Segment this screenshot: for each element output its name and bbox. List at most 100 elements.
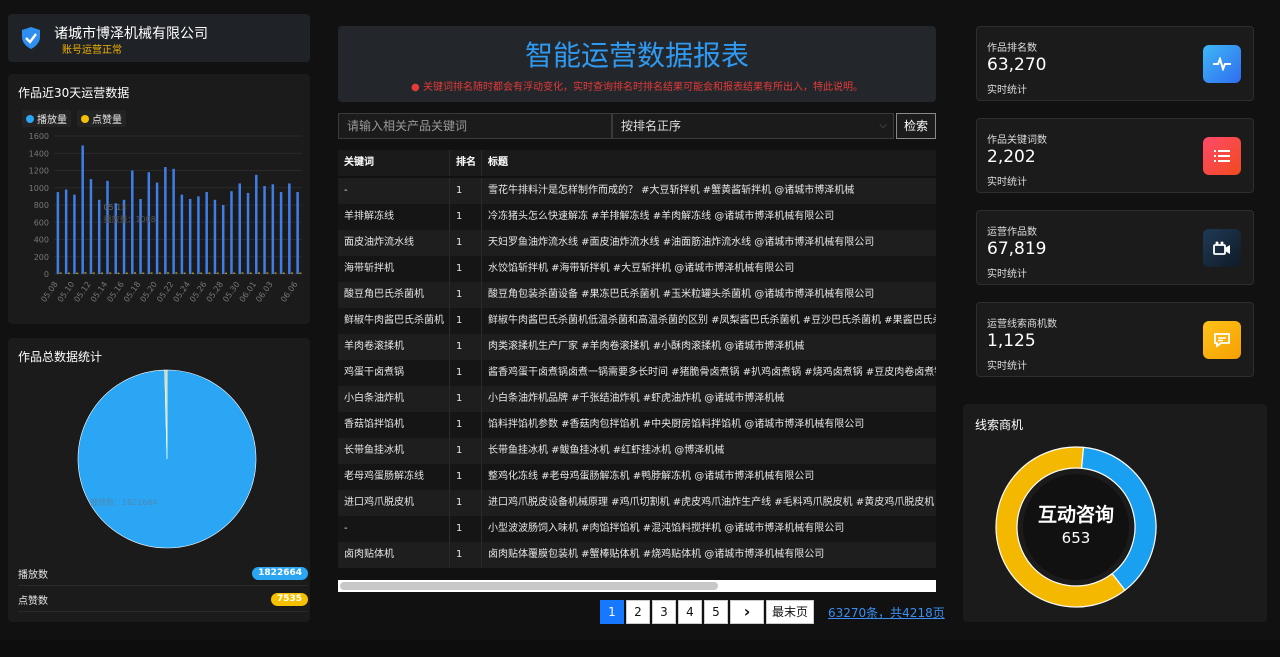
rank-cell: 1: [450, 412, 482, 438]
bar-plays[interactable]: [221, 205, 225, 274]
bar-plays[interactable]: [155, 182, 159, 274]
bar-likes[interactable]: [125, 272, 128, 274]
legend-plays[interactable]: 播放量: [22, 110, 71, 127]
bar-likes[interactable]: [84, 272, 87, 274]
kpi-value: 67,819: [987, 239, 1047, 259]
bar-likes[interactable]: [216, 272, 219, 274]
rank-cell: 排名: [450, 150, 482, 176]
next-page-button[interactable]: ›: [730, 600, 764, 624]
kpi-ranking-count: 作品排名数 63,270 实时统计: [976, 26, 1254, 101]
search-button[interactable]: 检索: [896, 113, 936, 139]
bar-plays[interactable]: [263, 186, 266, 274]
bar-plays[interactable]: [238, 183, 242, 274]
rank-cell: 1: [450, 334, 482, 360]
bar-likes[interactable]: [183, 272, 186, 274]
rank-cell: 1: [450, 204, 482, 230]
table-row[interactable]: 鸡蛋干卤煮锅 1 酱香鸡蛋干卤煮锅卤煮一锅需要多长时间 #猪脆骨卤煮锅 #扒鸡卤煮锅…: [338, 360, 936, 386]
table-row[interactable]: 酸豆角巴氏杀菌机 1 酸豆角包装杀菌设备 #果冻巴氏杀菌机 #玉米粒罐头杀菌机 @诸…: [338, 282, 936, 308]
bar-likes[interactable]: [191, 272, 194, 274]
bar-likes[interactable]: [117, 272, 120, 274]
scrollbar-thumb[interactable]: [340, 582, 718, 590]
table-row[interactable]: 海带斩拌机 1 水饺馅斩拌机 #海带斩拌机 #大豆斩拌机 @诸城市博泽机械有限公司: [338, 256, 936, 282]
bar-plays[interactable]: [73, 194, 76, 274]
table-row[interactable]: -1 小型波波肠饲入味机 #肉馅拌馅机 #混沌馅料搅拌机 @诸城市博泽机械有限公司: [338, 516, 936, 542]
table-row[interactable]: 老母鸡蛋肠解冻线 1 整鸡化冻线 #老母鸡蛋肠解冻机 #鸭脖解冻机 @诸城市博泽机械…: [338, 464, 936, 490]
bar-likes[interactable]: [224, 272, 227, 274]
bar-plays[interactable]: [213, 199, 217, 274]
bar-likes[interactable]: [266, 272, 269, 274]
page-5-button[interactable]: 5: [704, 600, 728, 624]
bar-plays[interactable]: [296, 192, 299, 274]
bar-likes[interactable]: [282, 272, 285, 274]
bar-likes[interactable]: [291, 272, 294, 274]
bar-likes[interactable]: [200, 272, 203, 274]
bar-likes[interactable]: [258, 272, 261, 274]
table-row[interactable]: 香菇馅拌馅机 1 馅料拌馅机参数 #香菇肉包拌馅机 #中央厨房馅料拌馅机 @诸城市博…: [338, 412, 936, 438]
table-row[interactable]: 羊排解冻线 1 冷冻猪头怎么快速解冻 #羊排解冻线 #羊肉解冻线 @诸城市博泽机械有…: [338, 204, 936, 230]
bar-likes[interactable]: [241, 272, 244, 274]
last-page-button[interactable]: 最末页: [766, 600, 814, 624]
page-4-button[interactable]: 4: [678, 600, 702, 624]
page-1-button[interactable]: 1: [600, 600, 624, 624]
y-tick-label: 800: [34, 201, 49, 210]
donut-center: [1023, 474, 1129, 580]
bar-plays[interactable]: [288, 183, 291, 274]
bar-plays[interactable]: [230, 191, 233, 274]
bar-likes[interactable]: [142, 272, 145, 274]
bar-likes[interactable]: [167, 272, 170, 274]
bar-likes[interactable]: [100, 272, 103, 274]
bar-likes[interactable]: [175, 272, 178, 274]
table-row[interactable]: 长带鱼挂冰机 1 长带鱼挂冰机 #鲅鱼挂冰机 #红虾挂冰机 @博泽机械: [338, 438, 936, 464]
page-3-button[interactable]: 3: [652, 600, 676, 624]
bar-likes[interactable]: [249, 272, 252, 274]
tooltip-value: 播放量：1008: [103, 214, 155, 224]
chat-icon: [1203, 321, 1241, 359]
page-2-button[interactable]: 2: [626, 600, 650, 624]
table-row[interactable]: -1 雪花牛排料汁是怎样制作而成的？ #大豆斩拌机 #蟹黄酱斩拌机 @诸城市博泽机…: [338, 178, 936, 204]
table-row[interactable]: 进口鸡爪脱皮机 1 进口鸡爪脱皮设备机械原理 #鸡爪切割机 #虎皮鸡爪油炸生产线 #…: [338, 490, 936, 516]
bar-plays[interactable]: [64, 189, 68, 274]
bar-likes[interactable]: [158, 272, 161, 274]
bar-plays[interactable]: [197, 196, 200, 274]
table-row[interactable]: 面皮油炸流水线 1 天妇罗鱼油炸流水线 #面皮油炸流水线 #油面筋油炸流水线 @诸城…: [338, 230, 936, 256]
table-row[interactable]: 卤肉贴体机 1 卤肉贴体覆膜包装机 #蟹棒贴体机 #烧鸡贴体机 @诸城市博泽机械有限…: [338, 542, 936, 568]
keyword-search-input[interactable]: 请输入相关产品关键词: [338, 113, 612, 139]
title-cell: 天妇罗鱼油炸流水线 #面皮油炸流水线 #油面筋油炸流水线 @诸城市博泽机械有限公…: [488, 237, 875, 248]
title-cell: 酸豆角包装杀菌设备 #果冻巴氏杀菌机 #玉米粒罐头杀菌机 @诸城市博泽机械有限公…: [488, 289, 875, 300]
bar-plays[interactable]: [246, 192, 250, 274]
bar-likes[interactable]: [208, 272, 211, 274]
legend-likes[interactable]: 点赞量: [77, 110, 126, 127]
table-horizontal-scrollbar[interactable]: [338, 580, 936, 592]
sort-select[interactable]: 按排名正序 ⌵: [612, 113, 894, 139]
bar-likes[interactable]: [134, 272, 137, 274]
rank-cell: 1: [450, 490, 482, 516]
bar-likes[interactable]: [92, 272, 95, 274]
table-row[interactable]: 羊肉卷滚揉机 1 肉类滚揉机生产厂家 #羊肉卷滚揉机 #小酥肉滚揉机 @诸城市博泽机…: [338, 334, 936, 360]
bar-plays[interactable]: [271, 184, 275, 274]
bar-plays[interactable]: [81, 145, 84, 274]
bar-plays[interactable]: [106, 180, 109, 274]
bar-likes[interactable]: [274, 272, 277, 274]
bar-likes[interactable]: [76, 272, 79, 274]
bar-plays[interactable]: [255, 174, 258, 274]
bar-plays[interactable]: [139, 198, 142, 274]
bar-plays[interactable]: [180, 194, 184, 274]
bar-likes[interactable]: [67, 272, 70, 274]
bar-plays[interactable]: [164, 167, 167, 274]
bar-plays[interactable]: [97, 199, 101, 274]
bar-likes[interactable]: [299, 272, 302, 274]
page-info[interactable]: 63270条，共4218页: [828, 604, 945, 621]
table-row[interactable]: 小白条油炸机 1 小白条油炸机品牌 #千张结油炸机 #虾虎油炸机 @诸城市博泽机械: [338, 386, 936, 412]
bar-likes[interactable]: [109, 272, 112, 274]
bar-plays[interactable]: [56, 192, 60, 274]
bar-plays[interactable]: [205, 192, 208, 274]
rank-cell: 1: [450, 464, 482, 490]
table-row[interactable]: 鲜椒牛肉酱巴氏杀菌机 1 鲜椒牛肉酱巴氏杀菌机低温杀菌和高温杀菌的区别 #凤梨酱巴氏…: [338, 308, 936, 334]
bar-likes[interactable]: [150, 272, 153, 274]
bar-likes[interactable]: [59, 272, 62, 274]
bar-plays[interactable]: [279, 192, 283, 274]
bar-plays[interactable]: [172, 168, 175, 274]
bar-plays[interactable]: [89, 179, 93, 274]
bar-plays[interactable]: [188, 198, 192, 274]
bar-likes[interactable]: [233, 272, 236, 274]
